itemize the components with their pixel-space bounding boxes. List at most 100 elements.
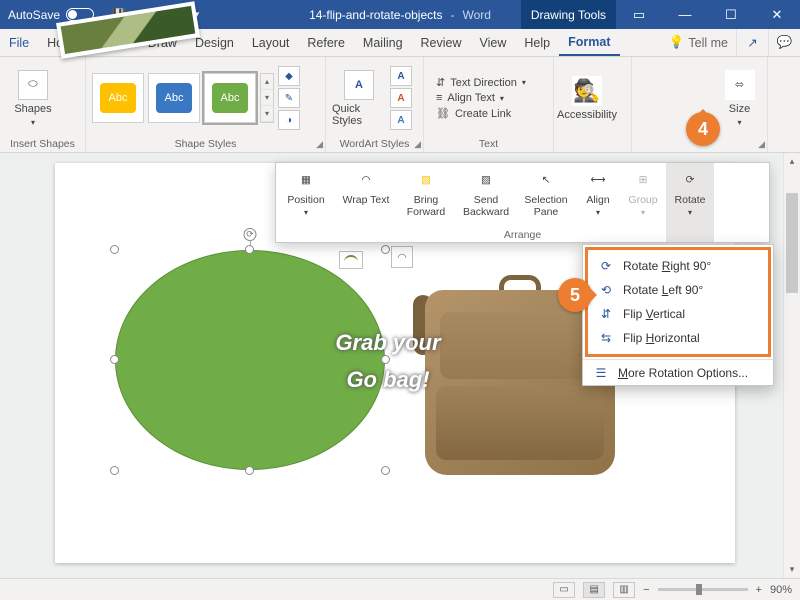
tab-review[interactable]: Review — [412, 29, 471, 56]
dialog-launcher-icon[interactable]: ◢ — [758, 139, 765, 150]
rotate-handle[interactable]: ⟳ — [244, 228, 257, 241]
quick-styles-icon: A — [344, 70, 374, 100]
shape-styles-more[interactable]: ▴▾▾ — [260, 73, 274, 123]
group-label-text: Text — [430, 136, 547, 150]
size-label: Size — [729, 103, 750, 115]
status-bar: ▭ ▤ ▥ − + 90% — [0, 578, 800, 600]
tab-format[interactable]: Format — [559, 29, 619, 56]
menu-more-rotation-options[interactable]: ☰More Rotation Options... — [583, 361, 773, 385]
shape-style-3[interactable]: Abc — [204, 73, 256, 123]
vertical-scrollbar[interactable]: ▴ ▾ — [783, 153, 800, 578]
shape-effects-button[interactable]: ◑ — [278, 110, 300, 130]
callout-4: 4 — [686, 112, 720, 146]
quick-styles-button[interactable]: A Quick Styles — [332, 62, 386, 134]
text-direction-button[interactable]: ⇵Text Direction▾ — [436, 76, 526, 89]
selection-pane-icon: ↖ — [532, 168, 560, 192]
web-layout-icon[interactable]: ▥ — [613, 582, 635, 598]
resize-handle-w[interactable] — [110, 355, 119, 364]
ribbon-options-icon[interactable]: ▭ — [616, 0, 662, 29]
tab-mailings[interactable]: Mailing — [354, 29, 412, 56]
group-label-accessibility — [560, 136, 625, 150]
resize-handle-n[interactable] — [245, 245, 254, 254]
maximize-button[interactable]: ☐ — [708, 0, 754, 29]
tab-file[interactable]: File — [0, 29, 38, 56]
shape-fill-button[interactable]: ◆ — [278, 66, 300, 86]
shape-outline-button[interactable]: ✎ — [278, 88, 300, 108]
group-label-wordart: WordArt Styles — [332, 136, 417, 150]
layout-options-icon: ◠ — [397, 251, 407, 264]
accessibility-label: Accessibility — [557, 109, 617, 121]
accessibility-icon: 🕵 — [572, 76, 602, 106]
resize-handle-s[interactable] — [245, 466, 254, 475]
menu-flip-horizontal[interactable]: ⇆Flip Horizontal — [588, 326, 768, 350]
close-button[interactable]: ✕ — [754, 0, 800, 29]
group-label-shape-styles: Shape Styles — [92, 136, 319, 150]
text-fill-button[interactable]: A — [390, 66, 412, 86]
link-icon: ⛓ — [436, 107, 450, 120]
group-text: ⇵Text Direction▾ ≡Align Text▾ ⛓Create Li… — [424, 57, 554, 152]
tab-help[interactable]: Help — [515, 29, 559, 56]
autosave-label: AutoSave — [8, 8, 60, 22]
align-text-button[interactable]: ≡Align Text▾ — [436, 92, 526, 104]
resize-handle-sw[interactable] — [110, 466, 119, 475]
rotate-menu-highlight: ⟳Rotate Right 90° ⟲Rotate Left 90° ⇵Flip… — [585, 247, 771, 357]
resize-handle-ne[interactable] — [381, 245, 390, 254]
zoom-in-button[interactable]: + — [756, 584, 762, 596]
align-text-icon: ≡ — [436, 92, 442, 104]
share-button[interactable]: ↗ — [736, 29, 768, 56]
create-link-button[interactable]: ⛓Create Link — [436, 107, 526, 120]
zoom-level[interactable]: 90% — [770, 584, 792, 596]
scroll-down-icon[interactable]: ▾ — [784, 561, 800, 578]
group-label-insert-shapes: Insert Shapes — [6, 136, 79, 150]
minimize-button[interactable]: — — [662, 0, 708, 29]
rotate-right-icon: ⟳ — [598, 259, 614, 273]
comments-button[interactable]: 💬 — [768, 29, 800, 56]
tell-me-search[interactable]: 💡 Tell me — [661, 29, 736, 56]
lightbulb-icon: 💡 — [669, 35, 685, 50]
more-options-icon: ☰ — [593, 366, 609, 380]
resize-handle-se[interactable] — [381, 466, 390, 475]
shape-style-1[interactable]: Abc — [92, 73, 144, 123]
print-layout-icon[interactable]: ▤ — [583, 582, 605, 598]
dialog-launcher-icon[interactable]: ◢ — [316, 139, 323, 150]
wordart-options: A A A — [390, 66, 412, 130]
shapes-button[interactable]: ⬭ Shapes ▾ — [6, 62, 60, 134]
window-title: 14-flip-and-rotate-objects - Word — [309, 8, 491, 22]
accessibility-button[interactable]: 🕵 Accessibility — [560, 62, 614, 134]
scroll-thumb[interactable] — [786, 193, 798, 293]
shapes-label: Shapes — [14, 103, 51, 115]
size-button[interactable]: ⬄ Size ▾ — [718, 62, 761, 134]
group-label-size — [718, 136, 761, 150]
text-outline-button[interactable]: A — [390, 88, 412, 108]
menu-flip-vertical[interactable]: ⇵Flip Vertical — [588, 302, 768, 326]
chevron-down-icon: ▾ — [31, 118, 35, 127]
shape-fill-outline-effects: ◆ ✎ ◑ — [278, 66, 300, 130]
text-effects-button[interactable]: A — [390, 110, 412, 130]
tab-references[interactable]: Refere — [298, 29, 354, 56]
read-mode-icon[interactable]: ▭ — [553, 582, 575, 598]
zoom-out-button[interactable]: − — [643, 584, 649, 596]
app-separator: - — [450, 8, 454, 22]
resize-handle-nw[interactable] — [110, 245, 119, 254]
document-name: 14-flip-and-rotate-objects — [309, 8, 442, 22]
group-shape-styles: Abc Abc Abc ▴▾▾ ◆ ✎ ◑ Shape Styles ◢ — [86, 57, 326, 152]
group-insert-shapes: ⬭ Shapes ▾ Insert Shapes — [0, 57, 86, 152]
app-name: Word — [462, 8, 490, 22]
flip-vertical-icon: ⇵ — [598, 307, 614, 321]
bring-forward-icon: ▧ — [412, 168, 440, 192]
tab-view[interactable]: View — [471, 29, 516, 56]
send-backward-icon: ▨ — [472, 168, 500, 192]
shapes-icon: ⬭ — [18, 70, 48, 100]
ribbon: ⬭ Shapes ▾ Insert Shapes Abc Abc Abc ▴▾▾… — [0, 57, 800, 153]
dialog-launcher-icon[interactable]: ◢ — [414, 139, 421, 150]
tab-layout[interactable]: Layout — [243, 29, 299, 56]
layout-options-icon[interactable] — [339, 251, 363, 269]
shape-style-2[interactable]: Abc — [148, 73, 200, 123]
flip-horizontal-icon: ⇆ — [598, 331, 614, 345]
contextual-tab-label: Drawing Tools — [521, 0, 616, 29]
menu-rotate-right-90[interactable]: ⟳Rotate Right 90° — [588, 254, 768, 278]
layout-options-button[interactable]: ◠ — [391, 246, 413, 268]
menu-rotate-left-90[interactable]: ⟲Rotate Left 90° — [588, 278, 768, 302]
zoom-slider[interactable] — [658, 588, 748, 591]
scroll-up-icon[interactable]: ▴ — [784, 153, 800, 170]
